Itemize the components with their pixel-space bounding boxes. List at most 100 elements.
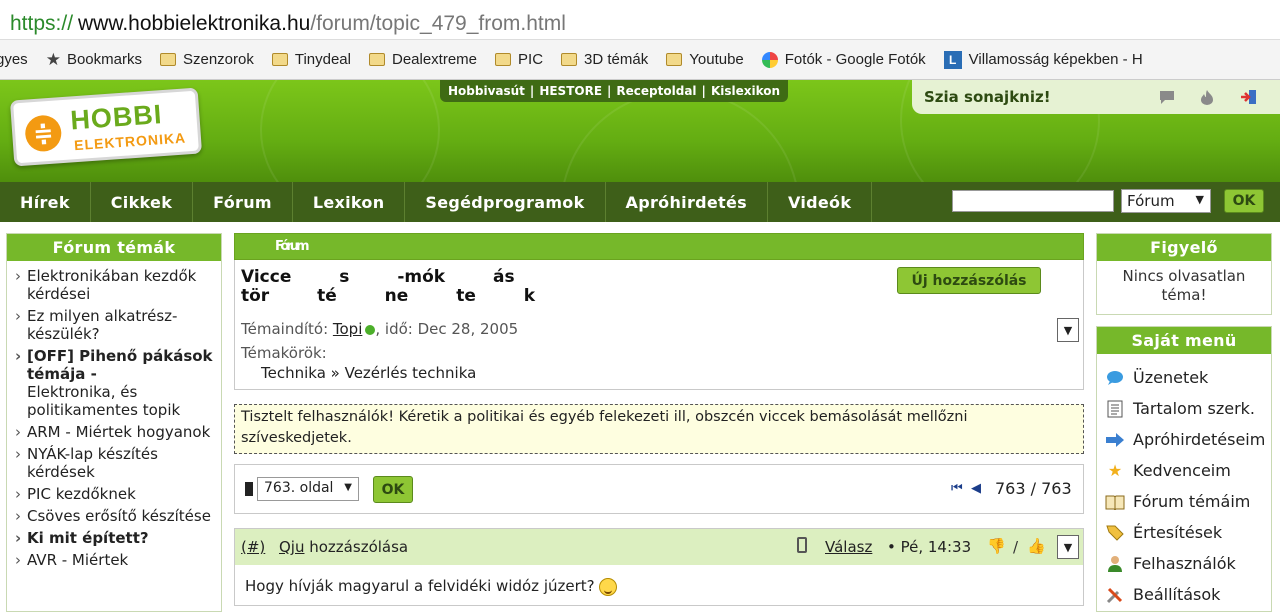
watch-title: Figyelő xyxy=(1097,234,1271,261)
logout-icon[interactable] xyxy=(1240,89,1258,105)
topic-categories[interactable]: Technika » Vezérlés technika xyxy=(261,364,476,382)
topic-link[interactable]: › ARM - Miértek hogyanok xyxy=(15,423,215,441)
own-menu-panel: Saját menü Üzenetek Tartalom szerk. Apró… xyxy=(1096,326,1272,612)
watch-panel: Figyelő Nincs olvasatlan téma! xyxy=(1096,233,1272,315)
book-icon xyxy=(1105,493,1125,511)
forum-post: (#) Qju hozzászólása Válasz • Pé, 14:33 … xyxy=(234,528,1084,606)
nav-cikkek[interactable]: Cikkek xyxy=(91,182,194,222)
bullet-icon: › xyxy=(15,507,21,525)
prev-page-icon[interactable]: ◀ xyxy=(971,481,981,496)
topic-link[interactable]: › PIC kezdőknek xyxy=(15,485,215,503)
post-author-link[interactable]: Qju xyxy=(279,538,304,556)
separator: / xyxy=(1013,538,1019,556)
bookmark-google-fotok[interactable]: Fotók - Google Fotók xyxy=(761,51,926,68)
topic-link[interactable]: › Csöves erősítő készítése xyxy=(15,507,215,525)
breadcrumb-text[interactable]: Fórum xyxy=(275,239,309,254)
bookmarks-bar: gyes ★Bookmarks Szenzorok Tinydeal Deale… xyxy=(0,40,1280,80)
browser-url-bar[interactable]: https:// www.hobbielektronika.hu/forum/t… xyxy=(0,0,1280,40)
separator: | xyxy=(701,84,706,98)
nav-aprohirdetes[interactable]: Apróhirdetés xyxy=(606,182,768,222)
new-post-button[interactable]: Új hozzászólás xyxy=(897,267,1041,294)
speech-bubble-icon xyxy=(1105,369,1125,387)
search-scope-select[interactable]: Fórum ▼ xyxy=(1121,189,1211,213)
reply-link[interactable]: Válasz xyxy=(825,538,872,556)
post-number-link[interactable]: (#) xyxy=(241,538,265,556)
url-path: /forum/topic_479_from.html xyxy=(310,12,566,35)
topic-starter-link[interactable]: Topi xyxy=(333,320,362,338)
link-kislexikon[interactable]: Kislexikon xyxy=(711,84,780,98)
thumb-up-icon[interactable]: 👍 xyxy=(1027,537,1046,555)
bookmark-item[interactable]: gyes xyxy=(0,51,28,68)
first-page-icon[interactable]: ⏮ xyxy=(951,481,963,496)
menu-item-uzenetek[interactable]: Üzenetek xyxy=(1105,362,1271,393)
bookmark-pic[interactable]: PIC xyxy=(495,51,543,68)
chevron-down-icon: ▼ xyxy=(1195,193,1204,206)
bookmark-3d-temak[interactable]: 3D témák xyxy=(561,51,648,68)
tag-icon xyxy=(1105,524,1125,542)
folder-icon xyxy=(666,53,683,66)
chat-icon[interactable] xyxy=(1158,89,1176,105)
url-text: www.hobbielektronika.hu/forum/topic_479_… xyxy=(78,12,566,36)
menu-item-tartalom[interactable]: Tartalom szerk. xyxy=(1105,393,1271,424)
bullet-icon: › xyxy=(15,347,22,365)
bookmark-dealextreme[interactable]: Dealextreme xyxy=(368,51,477,68)
menu-item-felhasznalok[interactable]: Felhasználók xyxy=(1105,548,1271,579)
fire-icon[interactable] xyxy=(1198,89,1216,105)
search-ok-button[interactable]: OK xyxy=(1224,189,1264,213)
bullet-icon: › xyxy=(15,423,21,441)
menu-item-forum-temaim[interactable]: Fórum témáim xyxy=(1105,486,1271,517)
nav-segedprogramok[interactable]: Segédprogramok xyxy=(405,182,606,222)
bookmark-youtube[interactable]: Youtube xyxy=(666,51,744,68)
thumb-down-icon[interactable]: 👎 xyxy=(987,537,1006,555)
circuit-decoration xyxy=(560,90,800,182)
menu-item-ertesitesek[interactable]: Értesítések xyxy=(1105,517,1271,548)
nav-videok[interactable]: Videók xyxy=(768,182,873,222)
page-icon xyxy=(245,482,253,496)
post-options-toggle[interactable]: ▼ xyxy=(1057,535,1079,559)
topic-link[interactable]: › Ez milyen alkatrész-készülék? xyxy=(15,307,215,343)
bookmark-szenzorok[interactable]: Szenzorok xyxy=(159,51,254,68)
search-input[interactable] xyxy=(952,190,1114,212)
topic-title: Vicce s -mók ás tör té ne te k xyxy=(241,267,536,306)
link-receptoldal[interactable]: Receptoldal xyxy=(616,84,696,98)
topic-link[interactable]: › AVR - Miértek xyxy=(15,551,215,569)
document-icon xyxy=(1105,400,1125,418)
menu-item-kedvenceim[interactable]: ★ Kedvenceim xyxy=(1105,455,1271,486)
bullet-icon: › xyxy=(15,551,21,569)
bookmark-bookmarks[interactable]: ★ Bookmarks xyxy=(46,50,142,70)
page-select[interactable]: 763. oldal ▼ xyxy=(257,477,359,501)
page-ok-button[interactable]: OK xyxy=(373,476,413,503)
tools-icon xyxy=(1105,586,1125,604)
site-logo[interactable]: ≑ HOBBI ELEKTRONIKA xyxy=(9,87,203,167)
google-photos-icon xyxy=(761,51,778,68)
site-header: ≑ HOBBI ELEKTRONIKA Hobbivasút | HESTORE |… xyxy=(0,80,1280,182)
topic-link[interactable]: › Elektronikában kezdők kérdései xyxy=(15,267,215,303)
separator: | xyxy=(529,84,535,98)
chevron-down-icon: ▼ xyxy=(1063,540,1073,554)
circuit-decoration xyxy=(260,80,440,182)
menu-item-aprohirdeteseim[interactable]: Apróhirdetéseim xyxy=(1105,424,1271,455)
nav-forum[interactable]: Fórum xyxy=(193,182,293,222)
chevron-down-icon: ▼ xyxy=(1063,323,1073,337)
link-hobbivasut[interactable]: Hobbivasút xyxy=(448,84,525,98)
bullet-icon: › xyxy=(15,307,21,325)
topic-link[interactable]: › NYÁK-lap készítés kérdések xyxy=(15,445,215,481)
bookmark-villamossag[interactable]: L Villamosság képekben - H xyxy=(943,50,1143,69)
star-icon: ★ xyxy=(45,49,61,69)
user-greeting-bar: Szia sonajkniz! xyxy=(912,80,1280,114)
topic-options-toggle[interactable]: ▼ xyxy=(1057,318,1079,342)
nav-lexikon[interactable]: Lexikon xyxy=(293,182,406,222)
topic-link[interactable]: › [OFF] Pihenő pákások témája - Elektronik… xyxy=(15,347,215,419)
link-hestore[interactable]: HESTORE xyxy=(539,84,602,98)
user-icon xyxy=(1105,555,1125,573)
topic-link[interactable]: › Ki mit épített? xyxy=(15,529,215,547)
bookmark-tinydeal[interactable]: Tinydeal xyxy=(271,51,351,68)
menu-item-beallitasok[interactable]: Beállítások xyxy=(1105,579,1271,610)
folder-icon xyxy=(368,53,385,66)
star-icon: ★ xyxy=(1107,461,1123,480)
nav-hirek[interactable]: Hírek xyxy=(0,182,91,222)
bullet-icon: › xyxy=(15,485,21,503)
post-author: Qju hozzászólása xyxy=(279,538,409,556)
bullet-icon: › xyxy=(15,445,21,463)
mobile-icon xyxy=(797,537,807,553)
